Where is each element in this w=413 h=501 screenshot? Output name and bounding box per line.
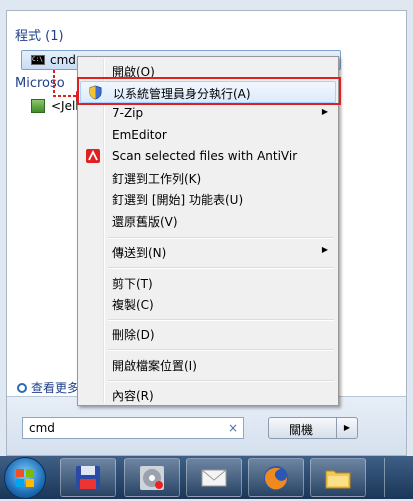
taskbar-cd-button[interactable]: [124, 458, 180, 497]
windows-logo-icon: [16, 469, 34, 487]
highlight-annotation-box: [77, 77, 341, 105]
shutdown-label: 關機: [289, 423, 314, 437]
search-input[interactable]: [29, 421, 209, 435]
menu-item-cut[interactable]: 剪下(T): [80, 272, 336, 294]
menu-item-label: 開啟檔案位置(I): [112, 359, 197, 373]
menu-item-label: 釘選到 [開始] 功能表(U): [112, 193, 244, 207]
antivir-icon: [86, 149, 100, 163]
menu-item-restore-previous[interactable]: 還原舊版(V): [80, 210, 336, 232]
menu-item-emeditor[interactable]: EmEditor: [80, 125, 336, 147]
taskbar-firefox-button[interactable]: [248, 458, 304, 497]
menu-item-label: 複製(C): [112, 298, 154, 312]
programs-heading: 程式 (1): [15, 29, 64, 44]
menu-item-7zip[interactable]: 7-Zip ▶: [80, 103, 336, 125]
windows-orb-icon[interactable]: [4, 457, 46, 499]
menu-separator: [108, 267, 334, 269]
search-box[interactable]: ×: [22, 417, 244, 439]
shutdown-options-arrow-icon[interactable]: ▶: [336, 418, 357, 438]
mail-envelope-icon: [201, 469, 227, 487]
floppy-disk-icon: [76, 466, 100, 490]
context-menu: 開啟(O) 以系統管理員身分執行(A) 7-Zip ▶ EmEditor Sca…: [77, 56, 339, 406]
menu-item-label: EmEditor: [112, 128, 167, 142]
menu-item-pin-start[interactable]: 釘選到 [開始] 功能表(U): [80, 188, 336, 210]
show-desktop-button[interactable]: [384, 458, 413, 497]
menu-item-label: 剪下(T): [112, 277, 153, 291]
submenu-arrow-icon: ▶: [321, 107, 328, 116]
menu-item-copy[interactable]: 複製(C): [80, 293, 336, 315]
menu-separator: [108, 349, 334, 351]
menu-item-delete[interactable]: 刪除(D): [80, 323, 336, 345]
menu-item-label: 刪除(D): [112, 328, 155, 342]
menu-item-properties[interactable]: 內容(R): [80, 384, 336, 406]
submenu-arrow-icon: ▶: [321, 245, 328, 254]
taskbar: [0, 456, 413, 499]
menu-item-label: 釘選到工作列(K): [112, 172, 202, 186]
cmd-icon: C:\: [31, 55, 45, 65]
file-icon: [31, 99, 45, 113]
search-result-label: cmd: [50, 53, 76, 67]
menu-separator: [108, 319, 334, 321]
menu-item-label: 7-Zip: [112, 106, 144, 120]
menu-item-open-file-location[interactable]: 開啟檔案位置(I): [80, 354, 336, 376]
taskbar-floppy-button[interactable]: [60, 458, 116, 497]
menu-item-label: 傳送到(N): [112, 246, 167, 260]
menu-item-send-to[interactable]: 傳送到(N) ▶: [80, 241, 336, 263]
taskbar-explorer-button[interactable]: [310, 458, 366, 497]
shutdown-button[interactable]: 關機 ▶: [268, 417, 358, 439]
taskbar-mail-button[interactable]: [186, 458, 242, 497]
menu-separator: [108, 237, 334, 239]
menu-item-antivir-scan[interactable]: Scan selected files with AntiVir: [80, 146, 336, 168]
menu-separator: [108, 380, 334, 382]
menu-item-label: Scan selected files with AntiVir: [112, 149, 298, 163]
firefox-icon: [264, 466, 288, 490]
see-more-results-link[interactable]: 查看更多: [17, 379, 79, 396]
menu-item-label: 還原舊版(V): [112, 215, 178, 229]
see-more-label: 查看更多: [31, 381, 80, 395]
menu-item-pin-taskbar[interactable]: 釘選到工作列(K): [80, 167, 336, 189]
clear-search-icon[interactable]: ×: [228, 421, 238, 435]
menu-item-label: 內容(R): [112, 389, 154, 403]
cd-drive-icon: [140, 466, 164, 490]
search-icon: [17, 383, 27, 393]
folder-icon: [325, 470, 351, 489]
